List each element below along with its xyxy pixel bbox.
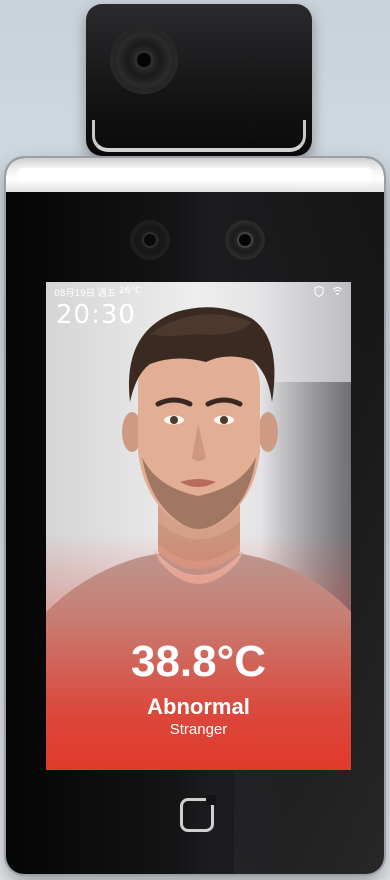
device-scene: 08月19日 週五 26°C 20:30 38.8°C Abnormal Str…: [0, 0, 390, 880]
measurement-result: 38.8°C Abnormal Stranger: [46, 638, 351, 740]
thermal-lens: [110, 26, 178, 94]
temperature-status: Abnormal: [147, 694, 250, 719]
clock: 20:30: [56, 300, 136, 330]
body-temperature: 38.8°C: [130, 637, 266, 686]
home-button[interactable]: [180, 795, 216, 832]
camera-rim: [92, 120, 306, 152]
status-date: 08月19日 週五: [54, 289, 116, 299]
ir-camera: [130, 220, 170, 260]
fill-light-bar: [6, 158, 384, 192]
front-camera: [225, 220, 265, 260]
status-bar: 08月19日 週五 26°C: [54, 286, 343, 300]
thermal-camera-module: [86, 4, 312, 156]
temperature-terminal: 08月19日 週五 26°C 20:30 38.8°C Abnormal Str…: [6, 158, 384, 874]
shield-icon: [314, 286, 324, 297]
wifi-icon: [332, 286, 343, 297]
display-screen: 08月19日 週五 26°C 20:30 38.8°C Abnormal Str…: [46, 282, 351, 770]
ambient-temperature: 26°C: [119, 286, 142, 296]
identity-label: Stranger: [169, 721, 228, 738]
